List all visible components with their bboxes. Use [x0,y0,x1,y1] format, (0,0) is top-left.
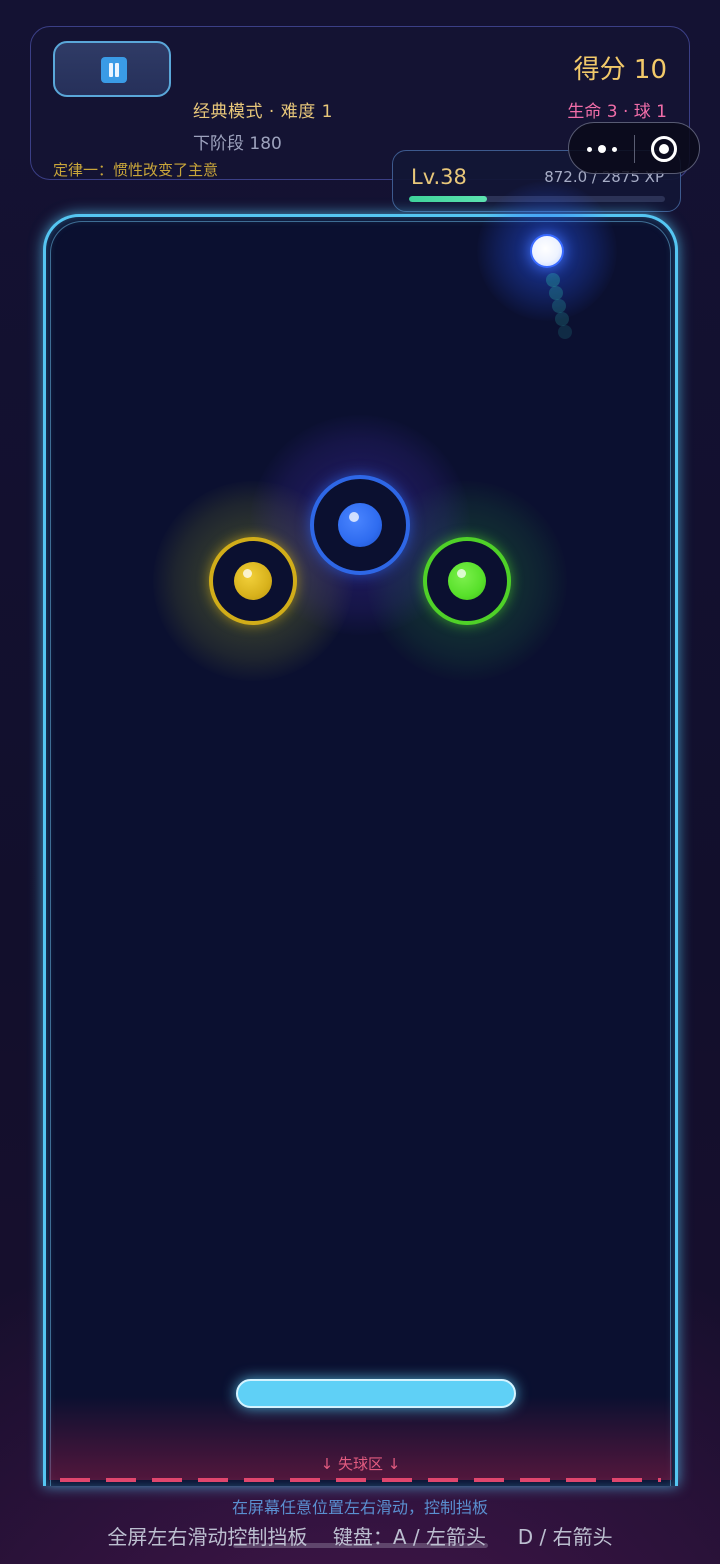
ball-loss-label: ↓ 失球区 ↓ [320,1455,401,1473]
law-hint-label: 定律一：惯性改变了主意 [53,161,219,179]
player-level: Lv.38 [411,165,467,189]
game-field[interactable]: ↓ 失球区 ↓ [43,214,678,1486]
swipe-hint: 在屏幕任意位置左右滑动，控制挡板 [231,1498,488,1517]
ball-trail [558,325,572,339]
paddle[interactable] [236,1379,516,1408]
ball-loss-line [60,1478,661,1482]
mode-difficulty-label: 经典模式 · 难度 1 [193,102,333,122]
lives-balls-label: 生命 3 · 球 1 [567,102,667,122]
field-inner-border [50,221,671,1486]
yellow-bumper [209,537,297,625]
ball-trail [549,286,563,300]
pause-icon [101,57,127,83]
home-indicator[interactable] [233,1543,488,1548]
ball-trail [546,273,560,287]
score-label: 得分 10 [573,55,667,85]
target-close-icon[interactable] [647,133,681,165]
more-dots-icon[interactable] [579,131,629,167]
capsule-divider [634,135,635,163]
xp-progress-fill [409,196,487,202]
blue-bumper [310,475,410,575]
ball-trail [555,312,569,326]
ball-trail [552,299,566,313]
green-bumper [423,537,511,625]
next-stage-label: 下阶段 180 [193,134,282,154]
pause-button[interactable] [53,41,171,97]
ball [530,234,564,268]
miniprogram-capsule [568,122,700,174]
